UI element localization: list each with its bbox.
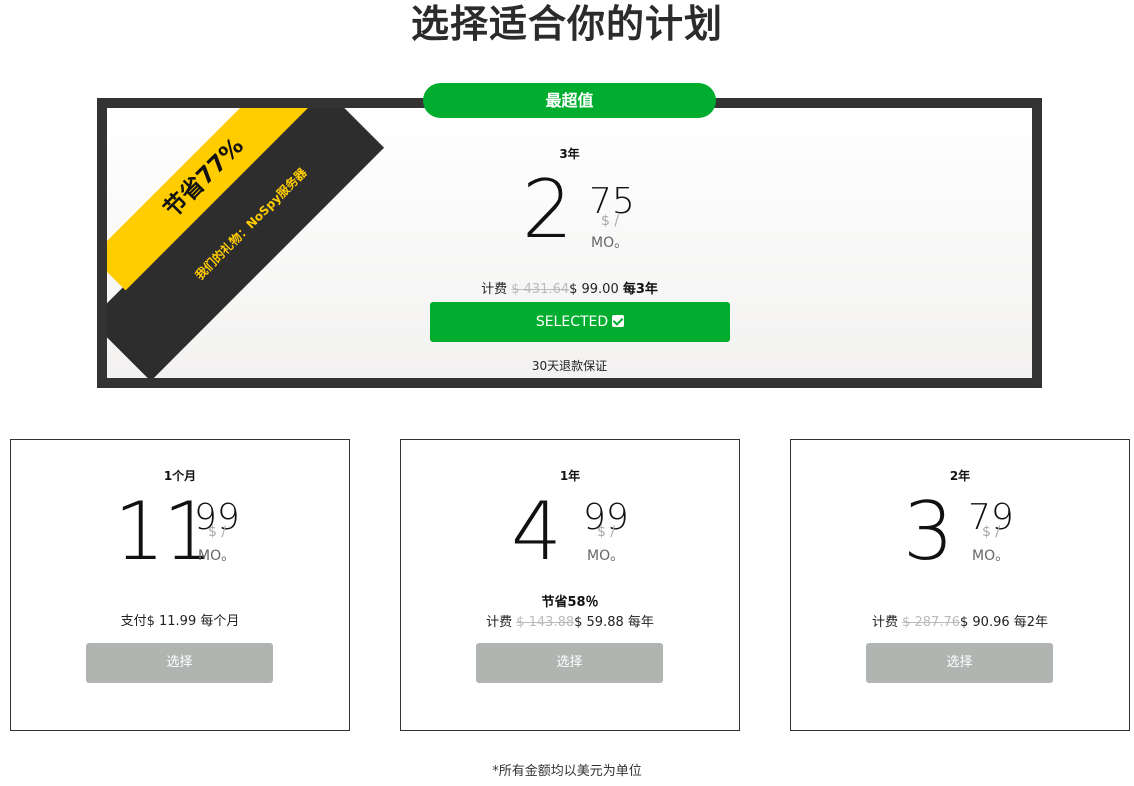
best-value-badge: 最超值: [423, 83, 716, 118]
billing-price: $ 99.00: [569, 282, 619, 297]
billing-info: 计费 $ 287.76$ 90.96 每2年: [791, 611, 1129, 630]
choose-button[interactable]: 选择: [866, 643, 1053, 683]
plan-term: 1个月: [163, 469, 197, 483]
billing-info: 计费 $ 431.64$ 99.00 每3年: [107, 278, 1032, 297]
plan-card-1-year[interactable]: 1年 4 99 $ / MO。 节省58％ 计费 $ 143.88$ 59.88…: [400, 439, 740, 731]
price-currency: $ /: [982, 524, 1001, 540]
money-back-guarantee: 30天退款保证: [531, 359, 608, 373]
billing-original-price: $ 287.76: [902, 615, 960, 630]
price-currency: $ /: [208, 524, 227, 540]
selected-button[interactable]: SELECTED: [430, 302, 730, 342]
billing-original-price: $ 431.64: [511, 282, 570, 297]
billing-price: $ 59.88: [574, 615, 624, 630]
billing-original-price: $ 143.88: [516, 615, 575, 630]
savings-label: 节省58％: [541, 595, 599, 610]
plan-card-2-year[interactable]: 2年 3 79 $ / MO。 计费 $ 287.76$ 90.96 每2年 选…: [790, 439, 1130, 731]
billing-period: 每3年: [622, 282, 658, 297]
choose-button[interactable]: 选择: [86, 643, 273, 683]
price-unit: MO。: [198, 548, 236, 564]
billing-prefix: 计费: [481, 282, 508, 297]
price-whole: 3: [903, 485, 954, 578]
page-title: 选择适合你的计划: [410, 2, 723, 46]
price-unit: MO。: [591, 235, 629, 251]
plan-term: 1年: [559, 469, 581, 483]
price-currency: $ /: [597, 524, 616, 540]
plan-term: 3年: [559, 147, 580, 161]
billing-period: 每2年: [1013, 615, 1049, 630]
currency-footnote: *所有金额均以美元为单位: [492, 764, 642, 779]
checkbox-icon: [612, 315, 625, 327]
featured-plan-card[interactable]: 节省77% 我们的礼物：NoSpy服务器 3年 2 75 $ / MO。 计费 …: [97, 98, 1042, 388]
billing-period: 每年: [627, 615, 654, 630]
billing-prefix: 计费: [871, 615, 898, 630]
plan-term: 2年: [949, 469, 971, 483]
price-whole: 4: [511, 485, 562, 578]
billing-prefix: 计费: [486, 615, 513, 630]
billing-info: 计费 $ 143.88$ 59.88 每年: [401, 611, 739, 630]
billing-price: $ 90.96: [960, 615, 1010, 630]
price-unit: MO。: [972, 548, 1010, 564]
price-currency: $ /: [601, 213, 620, 229]
choose-button[interactable]: 选择: [476, 643, 663, 683]
selected-button-label: SELECTED: [535, 314, 609, 330]
plan-card-1-month[interactable]: 1个月 11 99 $ / MO。 支付$ 11.99 每个月 选择: [10, 439, 350, 731]
price-whole: 2: [522, 163, 573, 256]
price-unit: MO。: [587, 548, 625, 564]
billing-info: 支付$ 11.99 每个月: [120, 614, 240, 629]
